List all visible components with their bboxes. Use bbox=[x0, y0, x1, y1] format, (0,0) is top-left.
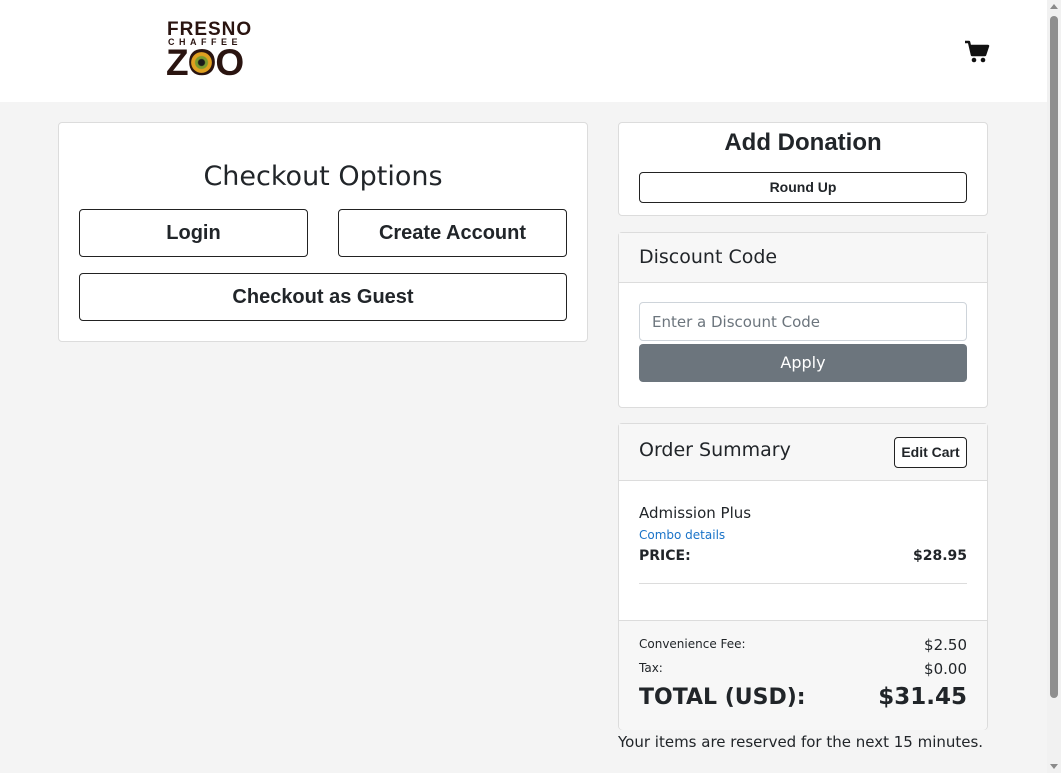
combo-details-link[interactable]: Combo details bbox=[639, 528, 725, 542]
fresno-chaffee-zoo-logo[interactable]: FRESNO CHAFFEE ZOO bbox=[166, 20, 254, 82]
reservation-notice: Your items are reserved for the next 15 … bbox=[618, 733, 984, 751]
order-summary-card: Order Summary Edit Cart Admission Plus C… bbox=[618, 423, 988, 730]
scrollbar-thumb[interactable] bbox=[1050, 16, 1058, 698]
total-label: TOTAL (USD): bbox=[639, 685, 806, 710]
order-summary-header: Order Summary Edit Cart bbox=[619, 424, 987, 481]
checkout-options-card: Checkout Options Login Create Account Ch… bbox=[58, 122, 588, 342]
order-totals: Convenience Fee: $2.50 Tax: $0.00 TOTAL … bbox=[619, 620, 987, 730]
logo-eye-icon bbox=[191, 52, 212, 73]
item-price-label: PRICE: bbox=[639, 548, 691, 564]
round-up-button[interactable]: Round Up bbox=[639, 172, 967, 203]
edit-cart-button[interactable]: Edit Cart bbox=[894, 437, 967, 468]
discount-code-header: Discount Code bbox=[619, 233, 987, 283]
item-price-value: $28.95 bbox=[912, 548, 967, 564]
login-button[interactable]: Login bbox=[79, 209, 308, 257]
discount-code-input[interactable] bbox=[639, 302, 967, 341]
tax-label: Tax: bbox=[639, 661, 663, 675]
add-donation-card: Add Donation Round Up bbox=[618, 122, 988, 216]
discount-code-card: Discount Code Apply bbox=[618, 232, 988, 408]
item-divider bbox=[639, 583, 967, 584]
order-summary-title: Order Summary bbox=[639, 439, 791, 461]
page-scrollbar[interactable] bbox=[1047, 0, 1061, 773]
convenience-fee-label: Convenience Fee: bbox=[639, 637, 746, 651]
add-donation-title: Add Donation bbox=[724, 129, 882, 156]
total-value: $31.45 bbox=[878, 684, 967, 710]
site-header: FRESNO CHAFFEE ZOO bbox=[0, 0, 1047, 102]
checkout-as-guest-button[interactable]: Checkout as Guest bbox=[79, 273, 567, 321]
item-name: Admission Plus bbox=[639, 504, 752, 522]
apply-discount-button[interactable]: Apply bbox=[639, 344, 967, 382]
create-account-button[interactable]: Create Account bbox=[338, 209, 567, 257]
convenience-fee-value: $2.50 bbox=[924, 636, 967, 654]
scroll-down-arrow-icon[interactable] bbox=[1050, 764, 1058, 769]
discount-code-title: Discount Code bbox=[639, 246, 778, 268]
scroll-up-arrow-icon[interactable] bbox=[1050, 4, 1058, 9]
tax-value: $0.00 bbox=[924, 660, 967, 678]
shopping-cart-icon[interactable] bbox=[964, 40, 990, 64]
checkout-options-title: Checkout Options bbox=[203, 161, 443, 192]
